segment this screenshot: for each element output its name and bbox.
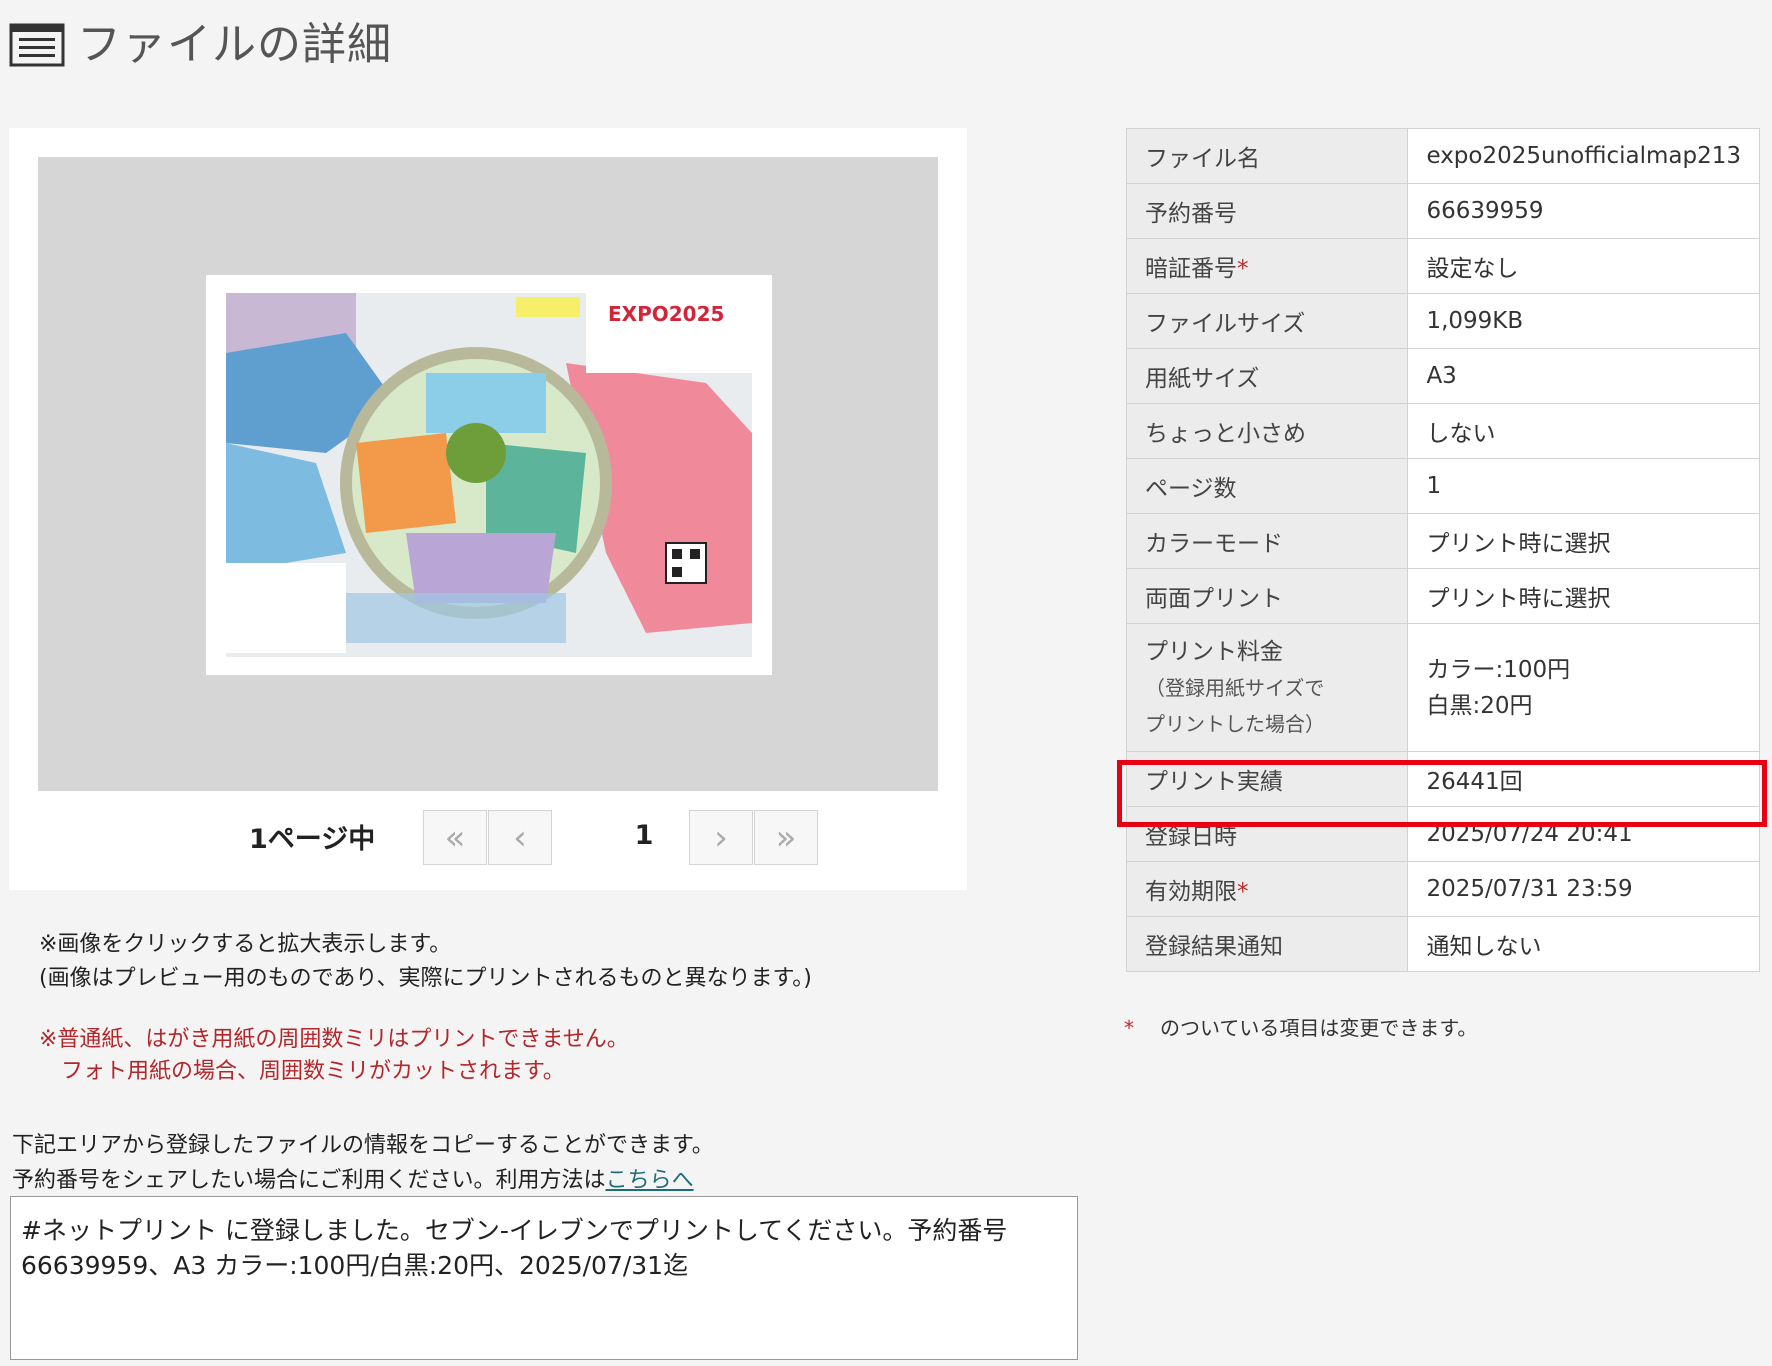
double-chevron-left-icon: «: [444, 817, 466, 858]
detail-label: ちょっと小さめ: [1125, 403, 1409, 459]
detail-row-shrink: ちょっと小さめ しない: [1125, 403, 1760, 459]
detail-label: 有効期限*: [1125, 861, 1409, 917]
required-mark: *: [1124, 1016, 1134, 1040]
detail-row-registered: 登録日時 2025/07/24 20:41: [1125, 806, 1760, 862]
detail-row-reservation: 予約番号 66639959: [1125, 183, 1760, 239]
next-page-button[interactable]: ›: [689, 810, 753, 865]
detail-value-print-count: 26441回: [1407, 751, 1760, 807]
detail-label: 両面プリント: [1125, 568, 1409, 624]
detail-value-file-name: expo2025unofficialmap213: [1407, 128, 1760, 184]
detail-label: 用紙サイズ: [1125, 348, 1409, 404]
detail-label: ページ数: [1125, 458, 1409, 514]
detail-row-file-name: ファイル名 expo2025unofficialmap213: [1125, 128, 1760, 184]
price-bw: 白黒:20円: [1426, 692, 1533, 719]
detail-value-notify: 通知しない: [1407, 916, 1760, 972]
detail-label: カラーモード: [1125, 513, 1409, 569]
detail-row-file-size: ファイルサイズ 1,099KB: [1125, 293, 1760, 349]
share-desc-line-1: 下記エリアから登録したファイルの情報をコピーすることができます。: [12, 1133, 714, 1158]
map-logo-text: EXPO2025: [608, 302, 724, 326]
share-description: 下記エリアから登録したファイルの情報をコピーすることができます。 予約番号をシェ…: [12, 1128, 714, 1198]
warning-line-1: ※普通紙、はがき用紙の周囲数ミリはプリントできません。: [39, 1027, 629, 1052]
file-details-table: ファイル名 expo2025unofficialmap213 予約番号 6663…: [1125, 128, 1760, 972]
detail-row-notify: 登録結果通知 通知しない: [1125, 916, 1760, 972]
detail-value-shrink: しない: [1407, 403, 1760, 459]
detail-value-expiry: 2025/07/31 23:59: [1407, 861, 1760, 917]
footnote-text: のついている項目は変更できます。: [1160, 1016, 1478, 1040]
detail-row-print-count: プリント実績 26441回: [1125, 751, 1760, 807]
detail-value-reservation: 66639959: [1407, 183, 1760, 239]
warning-line-2: フォト用紙の場合、周囲数ミリがカットされます。: [61, 1059, 565, 1084]
detail-value-duplex: プリント時に選択: [1407, 568, 1760, 624]
detail-row-price: プリント料金 （登録用紙サイズで プリントした場合） カラー:100円 白黒:2…: [1125, 623, 1760, 752]
detail-label: 登録結果通知: [1125, 916, 1409, 972]
chevron-left-icon: ‹: [513, 817, 527, 858]
usage-link[interactable]: こちらへ: [606, 1168, 694, 1193]
print-warning: ※普通紙、はがき用紙の周囲数ミリはプリントできません。 フォト用紙の場合、周囲数…: [39, 1024, 629, 1088]
share-desc-line-2: 予約番号をシェアしたい場合にご利用ください。利用方法は: [12, 1168, 606, 1193]
detail-value-pin: 設定なし: [1407, 238, 1760, 294]
prev-page-button[interactable]: ‹: [488, 810, 552, 865]
detail-label: ファイルサイズ: [1125, 293, 1409, 349]
preview-notes: ※画像をクリックすると拡大表示します。 (画像はプレビュー用のものであり、実際に…: [39, 928, 812, 996]
detail-value-price: カラー:100円 白黒:20円: [1407, 623, 1760, 752]
required-mark: *: [1237, 256, 1249, 282]
page-title: ファイルの詳細: [77, 19, 392, 70]
detail-row-color-mode: カラーモード プリント時に選択: [1125, 513, 1760, 569]
detail-row-paper-size: 用紙サイズ A3: [1125, 348, 1760, 404]
detail-label: ファイル名: [1125, 128, 1409, 184]
detail-value-file-size: 1,099KB: [1407, 293, 1760, 349]
preview-image-area[interactable]: EXPO2025: [38, 157, 938, 791]
detail-label: 暗証番号*: [1125, 238, 1409, 294]
page-count-label: 1ページ中: [249, 824, 376, 855]
detail-label: 予約番号: [1125, 183, 1409, 239]
share-text-area[interactable]: #ネットプリント に登録しました。セブン-イレブンでプリントしてください。予約番…: [10, 1196, 1078, 1360]
map-illustration: EXPO2025: [226, 293, 752, 657]
page-header: ファイルの詳細: [9, 18, 392, 72]
chevron-right-icon: ›: [714, 817, 728, 858]
detail-value-pages: 1: [1407, 458, 1760, 514]
detail-value-registered: 2025/07/24 20:41: [1407, 806, 1760, 862]
detail-label: プリント料金 （登録用紙サイズで プリントした場合）: [1125, 623, 1409, 752]
double-chevron-right-icon: »: [775, 817, 797, 858]
detail-value-paper-size: A3: [1407, 348, 1760, 404]
detail-row-duplex: 両面プリント プリント時に選択: [1125, 568, 1760, 624]
last-page-button[interactable]: »: [754, 810, 818, 865]
price-color: カラー:100円: [1426, 656, 1571, 683]
detail-row-pages: ページ数 1: [1125, 458, 1760, 514]
current-page-number: 1: [634, 820, 654, 851]
detail-value-color-mode: プリント時に選択: [1407, 513, 1760, 569]
map-preview-image[interactable]: EXPO2025: [206, 275, 772, 675]
first-page-button[interactable]: «: [423, 810, 487, 865]
required-mark: *: [1237, 879, 1249, 905]
detail-label: 登録日時: [1125, 806, 1409, 862]
document-list-icon: [9, 23, 65, 67]
click-hint-text: ※画像をクリックすると拡大表示します。: [39, 932, 452, 957]
editable-footnote: * のついている項目は変更できます。: [1124, 1012, 1477, 1041]
detail-row-pin: 暗証番号* 設定なし: [1125, 238, 1760, 294]
preview-disclaimer-text: (画像はプレビュー用のものであり、実際にプリントされるものと異なります。): [39, 966, 812, 991]
preview-panel: EXPO2025 1ページ中 « ‹ 1 › »: [9, 128, 967, 890]
detail-row-expiry: 有効期限* 2025/07/31 23:59: [1125, 861, 1760, 917]
detail-label: プリント実績: [1125, 751, 1409, 807]
